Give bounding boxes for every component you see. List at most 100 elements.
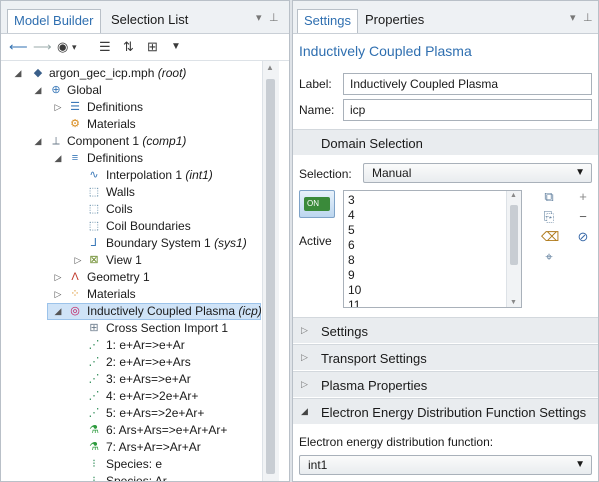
on-switch-icon: ON (304, 197, 330, 211)
left-tab-bar: Model Builder Selection List ▾ ⊥ (1, 1, 289, 34)
select-all-icon[interactable]: ⊘ (575, 229, 591, 245)
list-item[interactable]: 8 (348, 253, 355, 268)
zoom-to-selection-icon[interactable]: ⌖ (541, 249, 557, 265)
section-settings[interactable]: ▷ Settings (293, 317, 598, 343)
selection-icon: ⬚ (88, 186, 100, 198)
name-input[interactable]: icp (343, 99, 592, 121)
selection-icon: ⬚ (88, 220, 100, 232)
section-transport-settings[interactable]: ▷ Transport Settings (293, 344, 598, 370)
tree-options-icon[interactable]: ⊞ (147, 39, 158, 55)
materials-icon: ⚙ (70, 118, 80, 130)
dropdown-arrow-icon[interactable]: ▾ (256, 11, 262, 24)
domain-list-scroll-thumb[interactable] (510, 205, 518, 265)
dropdown-arrow-icon[interactable]: ▾ (570, 11, 576, 24)
chevron-down-icon: ▼ (575, 459, 585, 470)
list-item[interactable]: 5 (348, 223, 355, 238)
tree-item-reaction-2[interactable]: ⋰ 2: e+Ar=>e+Ars (1, 354, 263, 371)
tree-options-dropdown-icon[interactable]: ▼ (171, 39, 181, 55)
eedf-dropdown[interactable]: int1 ▼ (299, 455, 592, 475)
name-caption: Name: (299, 103, 335, 117)
list-item[interactable]: 11 (348, 298, 360, 307)
plasma-icon: ◎ (70, 305, 80, 317)
scroll-down-icon[interactable]: ▼ (510, 299, 517, 306)
tree-item-reaction-1[interactable]: ⋰ 1: e+Ar=>e+Ar (1, 337, 263, 354)
list-item[interactable]: 10 (348, 283, 361, 298)
tree-item-coil-boundaries[interactable]: ⬚ Coil Boundaries (1, 218, 263, 235)
collapse-arrow-icon: ◢ (301, 406, 308, 416)
expand-arrow-icon[interactable]: ▷ (73, 252, 83, 269)
show-icon[interactable]: ◉ (57, 39, 68, 55)
tree-item-interpolation[interactable]: ∿ Interpolation 1 (int1) (1, 167, 263, 184)
tab-properties[interactable]: Properties (359, 9, 430, 33)
domain-list[interactable]: 3 4 5 6 8 9 10 11 ▲ ▼ (343, 190, 522, 308)
tree-item-coils[interactable]: ⬚ Coils (1, 201, 263, 218)
active-toggle-button[interactable]: ON (299, 190, 335, 218)
collapse-arrow-icon[interactable]: ◢ (53, 303, 63, 320)
tree-item-reaction-4[interactable]: ⋰ 4: e+Ar=>2e+Ar+ (1, 388, 263, 405)
forward-arrow-icon[interactable]: ⟶ (33, 39, 52, 55)
tree-item-component-definitions[interactable]: ◢ ≡ Definitions (1, 150, 263, 167)
remove-icon[interactable]: − (575, 209, 591, 225)
reaction-icon: ⋰ (88, 390, 100, 402)
add-icon[interactable]: + (575, 189, 591, 205)
tab-selection-list[interactable]: Selection List (105, 9, 194, 33)
tree-item-global-materials[interactable]: ⚙ Materials (1, 116, 263, 133)
tree-item-species-e[interactable]: ⁝ Species: e (1, 456, 263, 473)
back-arrow-icon[interactable]: ⟵ (9, 39, 28, 55)
tree-scrollbar-thumb[interactable] (266, 79, 275, 474)
section-domain-selection[interactable]: Domain Selection (293, 129, 598, 155)
expand-arrow-icon[interactable]: ▷ (53, 99, 63, 116)
collapse-arrow-icon[interactable]: ◢ (33, 133, 43, 150)
selection-dropdown[interactable]: Manual ▼ (363, 163, 592, 183)
pin-icon[interactable]: ⊥ (583, 11, 593, 24)
tree-item-view[interactable]: ▷ ⊠ View 1 (1, 252, 263, 269)
tab-model-builder[interactable]: Model Builder (7, 9, 101, 33)
section-plasma-properties[interactable]: ▷ Plasma Properties (293, 371, 598, 397)
tab-settings[interactable]: Settings (297, 9, 358, 33)
tree-item-geometry[interactable]: ▷ Λ Geometry 1 (1, 269, 263, 286)
tree-item-global-definitions[interactable]: ▷ ☰ Definitions (1, 99, 263, 116)
tree-item-boundary-system[interactable]: ⅃ Boundary System 1 (sys1) (1, 235, 263, 252)
show-dropdown-icon[interactable]: ▾ (72, 39, 77, 55)
copy-selection-icon[interactable]: ⎘ (541, 209, 557, 225)
section-eedf-settings[interactable]: ◢ Electron Energy Distribution Function … (293, 398, 598, 424)
globe-icon: ⊕ (51, 84, 61, 96)
collapse-all-icon[interactable]: ☰ (99, 39, 111, 55)
tree-item-walls[interactable]: ⬚ Walls (1, 184, 263, 201)
scroll-up-icon[interactable]: ▲ (266, 63, 274, 72)
tree-item-cross-section-import[interactable]: ⊞ Cross Section Import 1 (1, 320, 263, 337)
tree-scrollbar[interactable]: ▲ (262, 61, 279, 481)
root-icon: ◆ (33, 67, 43, 79)
clear-selection-icon[interactable]: ⌫ (541, 229, 559, 245)
tree-item-component-materials[interactable]: ▷ ⁘ Materials (1, 286, 263, 303)
collapse-arrow-icon[interactable]: ◢ (33, 82, 43, 99)
pin-icon[interactable]: ⊥ (269, 11, 279, 24)
paste-selection-icon[interactable]: ⧉ (541, 189, 557, 205)
tree-item-reaction-6[interactable]: ⚗ 6: Ars+Ars=>e+Ar+Ar+ (1, 422, 263, 439)
coordinate-system-icon: ⅃ (90, 237, 98, 249)
list-item[interactable]: 9 (348, 268, 355, 283)
view-icon: ⊠ (89, 254, 99, 266)
tree-item-root[interactable]: ◢ ◆ argon_gec_icp.mph (root) (1, 65, 263, 82)
collapse-arrow-icon[interactable]: ◢ (13, 65, 23, 82)
expand-all-icon[interactable]: ⇅ (123, 39, 134, 55)
list-item[interactable]: 3 (348, 193, 355, 208)
list-item[interactable]: 4 (348, 208, 355, 223)
tree-item-reaction-5[interactable]: ⋰ 5: e+Ars=>2e+Ar+ (1, 405, 263, 422)
scroll-up-icon[interactable]: ▲ (510, 192, 517, 199)
model-builder-toolbar: ⟵ ⟶ ◉ ▾ ☰ ⇅ ⊞ ▼ (1, 34, 289, 61)
tree-item-global[interactable]: ◢ ⊕ Global (1, 82, 263, 99)
tree-item-reaction-7[interactable]: ⚗ 7: Ars+Ar=>Ar+Ar (1, 439, 263, 456)
tree-item-component[interactable]: ◢ ⟂ Component 1 (comp1) (1, 133, 263, 150)
label-input[interactable]: Inductively Coupled Plasma (343, 73, 592, 95)
tree-item-species-ar[interactable]: ⁝ Species: Ar (1, 473, 263, 481)
reaction-icon: ⋰ (88, 356, 100, 368)
list-item[interactable]: 6 (348, 238, 355, 253)
collapse-arrow-icon[interactable]: ◢ (53, 150, 63, 167)
expand-arrow-icon[interactable]: ▷ (53, 286, 63, 303)
reaction-icon: ⋰ (88, 407, 100, 419)
expand-arrow-icon[interactable]: ▷ (53, 269, 63, 286)
tree-item-reaction-3[interactable]: ⋰ 3: e+Ars=>e+Ar (1, 371, 263, 388)
domain-list-scrollbar[interactable]: ▲ ▼ (506, 191, 521, 307)
selection-icon: ⬚ (88, 203, 100, 215)
